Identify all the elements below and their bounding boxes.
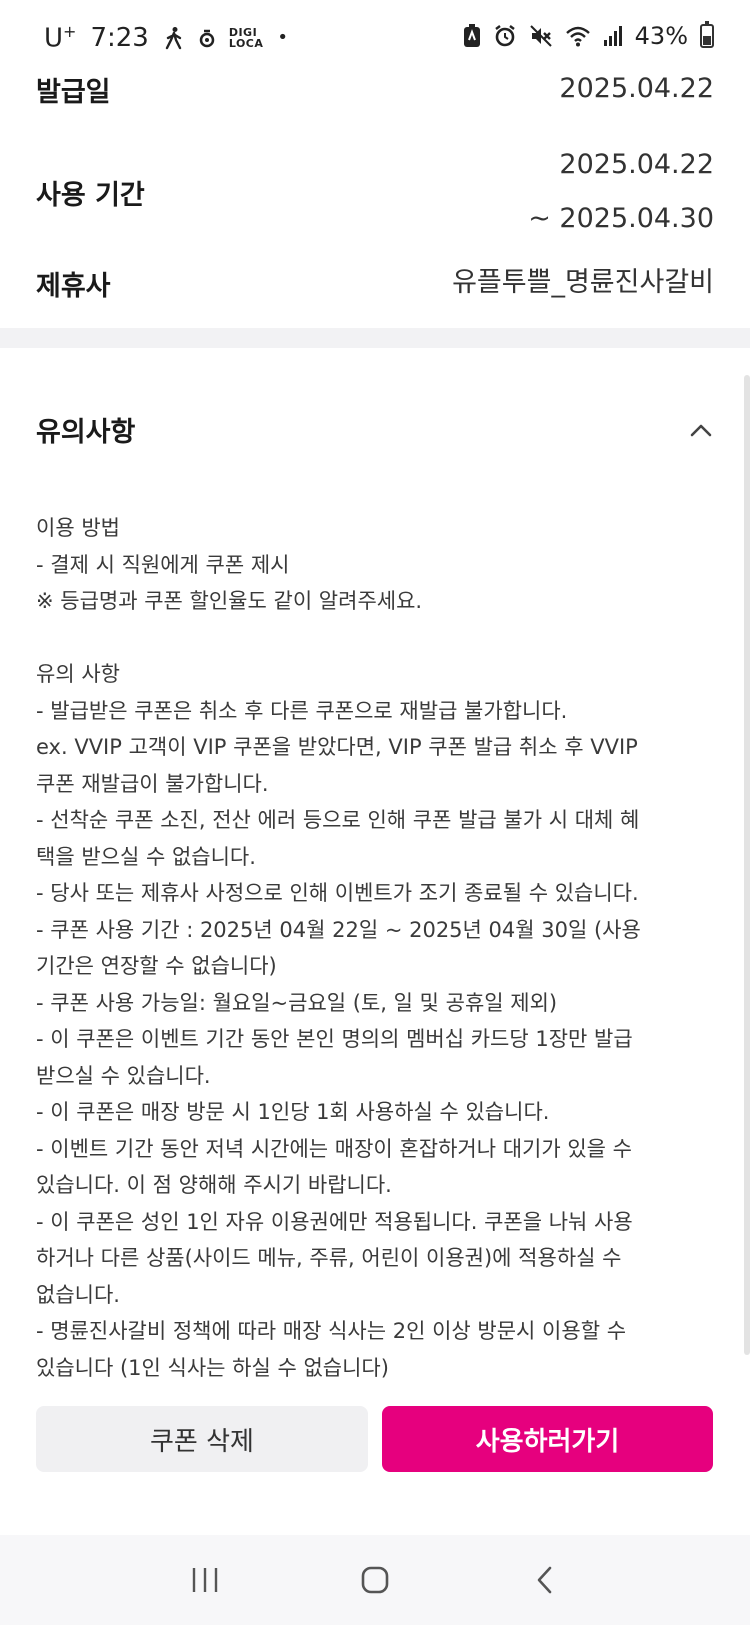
partner-value: 유플투쁠_명륜진사갈비: [452, 267, 714, 298]
chevron-up-icon[interactable]: [688, 417, 714, 443]
carrier-plus: +: [63, 22, 77, 41]
digi-loca-logo: DIGI LOCA: [229, 27, 264, 49]
notice-line: - 이 쿠폰은 이벤트 기간 동안 본인 명의의 멤버십 카드당 1장만 발급: [36, 1027, 633, 1051]
delete-coupon-button[interactable]: 쿠폰 삭제: [36, 1406, 368, 1472]
partner-label: 제휴사: [36, 270, 111, 302]
notice-line: - 결제 시 직원에게 쿠폰 제시: [36, 552, 290, 577]
notice-line: - 쿠폰 사용 가능일: 월요일~금요일 (토, 일 및 공휴일 제외): [36, 990, 558, 1015]
notice-line: - 명륜진사갈비 정책에 따라 매장 식사는 2인 이상 방문시 이용할 수: [36, 1319, 627, 1343]
use-coupon-button[interactable]: 사용하러가기: [382, 1406, 713, 1472]
home-icon[interactable]: [350, 1555, 400, 1605]
notice-line: - 발급받은 쿠폰은 취소 후 다른 쿠폰으로 재발급 불가합니다.: [36, 698, 568, 723]
notice-line: - 이벤트 기간 동안 저녁 시간에는 매장이 혼잡하거나 대기가 있을 수: [36, 1136, 632, 1161]
navigation-bar: [0, 1535, 750, 1625]
notice-line: - 이 쿠폰은 성인 1인 자유 이용권에만 적용됩니다. 쿠폰을 나눠 사용: [36, 1209, 633, 1234]
back-icon[interactable]: [520, 1555, 570, 1605]
notice-line: 기간은 연장할 수 없습니다): [36, 954, 277, 978]
usage-period-value: 2025.04.22 ~ 2025.04.30: [528, 138, 714, 246]
usage-period-row: 사용 기간 2025.04.22 ~ 2025.04.30: [36, 138, 714, 246]
notice-line: - 선착순 쿠폰 소진, 전산 에러 등으로 인해 쿠폰 발급 불가 시 대체 …: [36, 808, 640, 832]
recent-apps-icon[interactable]: [180, 1555, 230, 1605]
signal-icon: [603, 25, 623, 47]
wifi-icon: [565, 25, 591, 47]
partner-row: 제휴사 유플투쁠_명륜진사갈비: [36, 256, 714, 310]
issue-date-value: 2025.04.22: [559, 73, 714, 104]
carrier-name: U: [44, 23, 64, 54]
issue-date-label: 발급일: [36, 76, 111, 108]
issue-date-row: 발급일 2025.04.22: [36, 62, 714, 116]
notice-line: 있습니다. 이 점 양해해 주시기 바랍니다.: [36, 1173, 392, 1197]
alarm-icon: [493, 24, 517, 48]
notice-content: 이용 방법 - 결제 시 직원에게 쿠폰 제시 ※ 등급명과 쿠폰 할인율도 같…: [36, 510, 716, 1405]
nfc-icon: [463, 24, 481, 48]
notice-line: 없습니다.: [36, 1282, 120, 1307]
period-end: ~ 2025.04.30: [528, 203, 714, 234]
notice-line: - 이 쿠폰은 매장 방문 시 1인당 1회 사용하실 수 있습니다.: [36, 1100, 550, 1124]
usage-period-label: 사용 기간: [36, 179, 145, 211]
action-bar: 쿠폰 삭제 사용하러가기: [0, 1390, 750, 1535]
battery-percent: 43%: [634, 22, 688, 50]
notice-header[interactable]: 유의사항: [36, 410, 714, 449]
notice-line: 이용 방법: [36, 516, 120, 540]
carrier-label: U+: [44, 22, 76, 54]
scrollbar[interactable]: [744, 375, 750, 1355]
walking-person-icon: [163, 26, 185, 50]
digi-bottom: LOCA: [228, 36, 264, 50]
clock: 7:23: [90, 22, 149, 53]
notice-line: 있습니다 (1인 식사는 하실 수 없습니다): [36, 1355, 389, 1380]
location-pin-icon: [199, 27, 215, 49]
notice-line: 택을 받으실 수 없습니다.: [36, 844, 256, 869]
notification-dot: •: [277, 27, 289, 49]
notice-line: 받으실 수 있습니다.: [36, 1063, 211, 1088]
notice-line: 유의 사항: [36, 662, 120, 686]
notice-line: [36, 620, 716, 657]
battery-icon: [700, 21, 714, 48]
notice-line: ex. VVIP 고객이 VIP 쿠폰을 받았다면, VIP 쿠폰 발급 취소 …: [36, 735, 638, 759]
period-start: 2025.04.22: [559, 149, 714, 180]
notice-line: ※ 등급명과 쿠폰 할인율도 같이 알려주세요.: [36, 589, 423, 613]
notice-line: - 쿠폰 사용 기간 : 2025년 04월 22일 ~ 2025년 04월 3…: [36, 917, 641, 942]
mute-icon: [529, 24, 553, 48]
notice-line: - 당사 또는 제휴사 사정으로 인해 이벤트가 조기 종료될 수 있습니다.: [36, 881, 639, 905]
notice-line: 하거나 다른 상품(사이드 메뉴, 주류, 어린이 이용권)에 적용하실 수: [36, 1246, 622, 1270]
section-divider: [0, 328, 750, 348]
notice-title: 유의사항: [36, 417, 136, 448]
notice-line: 쿠폰 재발급이 불가합니다.: [36, 771, 269, 796]
